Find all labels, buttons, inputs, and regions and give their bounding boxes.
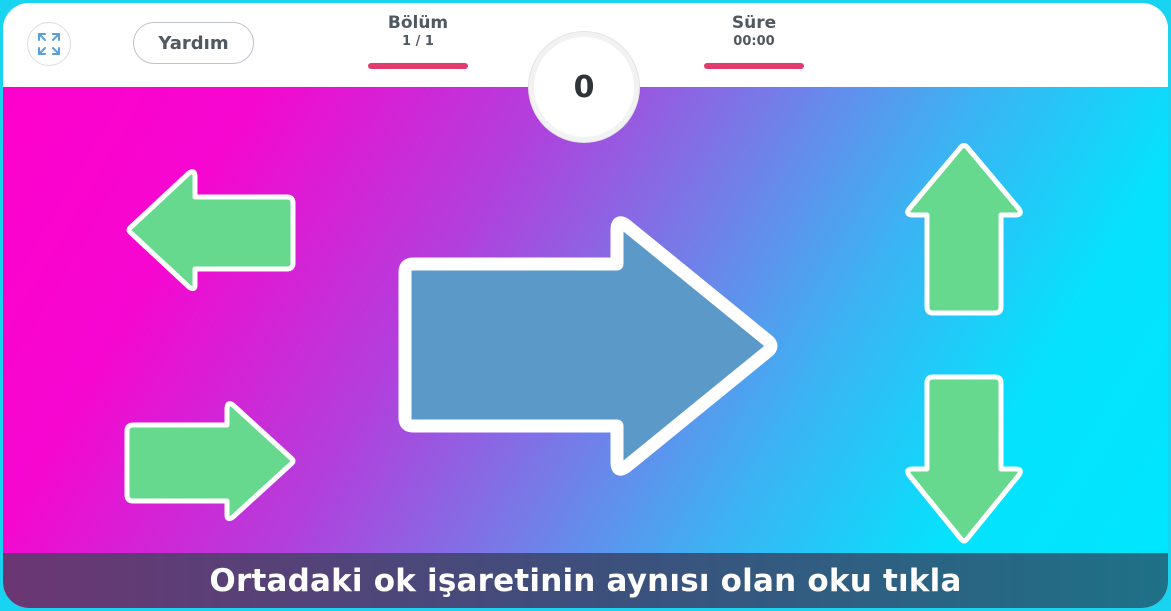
level-label: Bölüm xyxy=(387,13,449,33)
option-arrow-left[interactable] xyxy=(123,167,299,293)
target-arrow-right xyxy=(398,216,778,476)
fullscreen-button[interactable] xyxy=(27,22,71,66)
game-area xyxy=(3,87,1168,555)
level-indicator: Bölüm 1 / 1 xyxy=(368,13,468,69)
option-arrow-up[interactable] xyxy=(901,143,1027,317)
time-progress-bar xyxy=(704,63,804,69)
time-value: 00:00 xyxy=(733,34,775,49)
help-button[interactable]: Yardım xyxy=(133,22,254,64)
expand-arrows-icon xyxy=(38,33,60,55)
score-display: 0 xyxy=(529,32,639,142)
option-arrow-right[interactable] xyxy=(123,399,299,523)
help-button-label: Yardım xyxy=(158,32,229,54)
level-value: 1 / 1 xyxy=(402,34,434,49)
level-progress-bar xyxy=(368,63,468,69)
time-label: Süre xyxy=(731,13,777,33)
score-value: 0 xyxy=(573,69,595,105)
time-indicator: Süre 00:00 xyxy=(704,13,804,69)
option-arrow-down[interactable] xyxy=(901,373,1027,547)
instruction-text: Ortadaki ok işaretinin aynısı olan oku t… xyxy=(209,562,962,599)
game-frame: Yardım Bölüm 1 / 1 Süre 00:00 0 Ortadaki… xyxy=(3,3,1168,608)
instruction-bar: Ortadaki ok işaretinin aynısı olan oku t… xyxy=(3,553,1168,608)
